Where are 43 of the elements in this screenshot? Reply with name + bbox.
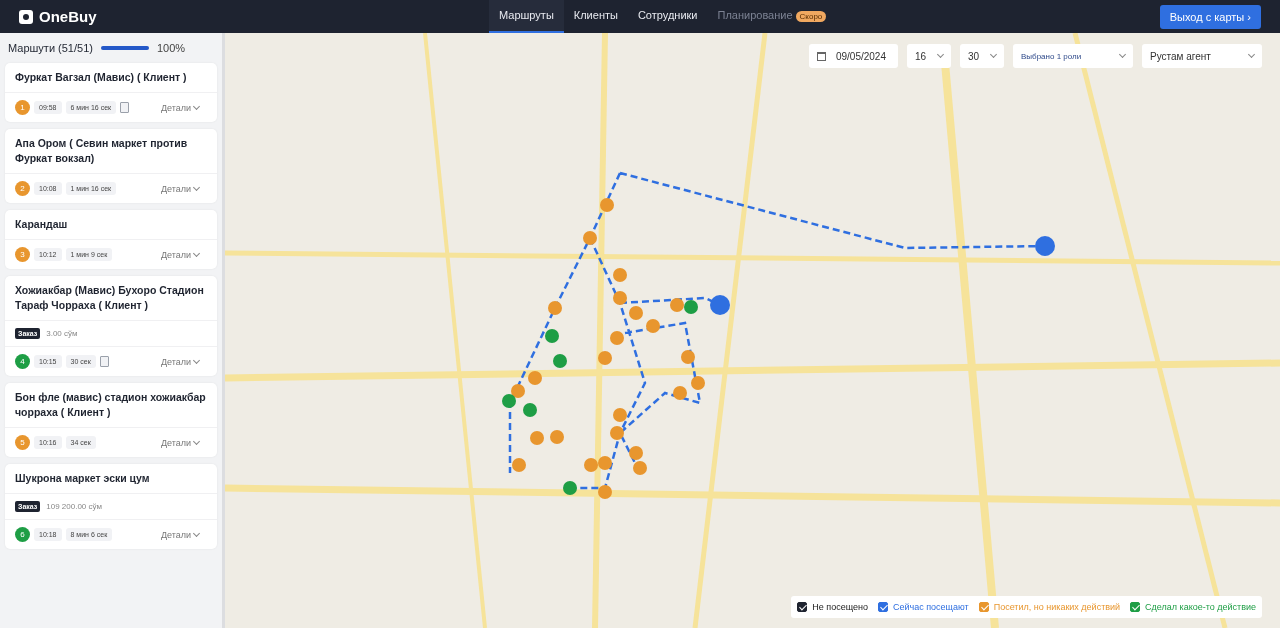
legend-label: Сейчас посещают bbox=[893, 602, 969, 612]
progress-percent: 100% bbox=[156, 42, 186, 54]
order-amount: 3.00 сўм bbox=[46, 329, 78, 338]
visit-number: 3 bbox=[15, 247, 30, 262]
legend-label: Сделал какое-то действие bbox=[1145, 602, 1256, 612]
nav-tab[interactable]: Сотрудники bbox=[627, 0, 708, 33]
legend-checkbox[interactable] bbox=[978, 602, 989, 612]
legend-label: Посетил, но никаких действий bbox=[993, 602, 1121, 612]
logo-text: OneBuy bbox=[39, 8, 97, 25]
details-link[interactable]: Детали bbox=[160, 249, 199, 260]
exit-map-button[interactable]: Выход с карты › bbox=[1159, 4, 1261, 29]
details-link[interactable]: Детали bbox=[160, 529, 199, 540]
visit-number: 1 bbox=[15, 100, 30, 115]
soon-badge: Скоро bbox=[795, 11, 827, 22]
client-name: Карандаш bbox=[5, 210, 217, 240]
legend-checkbox[interactable] bbox=[878, 602, 888, 612]
nav-tab[interactable]: Маршруты bbox=[489, 0, 564, 33]
visit-number: 4 bbox=[15, 354, 30, 369]
details-link[interactable]: Детали bbox=[160, 437, 199, 448]
visit-number: 5 bbox=[15, 435, 30, 450]
order-amount: 109 200.00 сўм bbox=[46, 502, 102, 511]
agent-select[interactable]: Рустам агент bbox=[1142, 44, 1262, 68]
roles-select[interactable]: Выбрано 1 роли bbox=[1013, 44, 1133, 68]
logo-icon bbox=[19, 9, 33, 24]
visit-number: 2 bbox=[15, 181, 30, 196]
nav-tab[interactable]: Клиенты bbox=[563, 0, 628, 33]
hour-select[interactable]: 16 bbox=[907, 44, 951, 68]
legend-checkbox[interactable] bbox=[1130, 602, 1141, 612]
minute-select[interactable]: 30 bbox=[960, 44, 1004, 68]
client-name: Шукрона маркет эски цум bbox=[5, 464, 217, 494]
client-name: Бон фле (мавис) стадион хожиакбар чорраха ( Клиент ) bbox=[5, 383, 217, 428]
client-name: Фуркат Вагзал (Мавис) ( Клиент ) bbox=[5, 63, 217, 93]
details-link[interactable]: Детали bbox=[160, 102, 199, 113]
client-name: Апа Ором ( Севин маркет против Фуркат вокзал) bbox=[5, 129, 217, 174]
legend-checkbox[interactable] bbox=[797, 602, 808, 612]
legend-label: Не посещено bbox=[812, 602, 868, 612]
details-link[interactable]: Детали bbox=[160, 183, 199, 194]
routes-title: Маршути (51/51) bbox=[8, 42, 93, 54]
date-picker[interactable]: 09/05/2024 bbox=[808, 44, 898, 68]
client-name: Хожиакбар (Мавис) Бухоро Стадион Тараф Чорраха ( Клиент ) bbox=[5, 276, 217, 321]
details-link[interactable]: Детали bbox=[160, 356, 199, 367]
visit-number: 6 bbox=[15, 527, 30, 542]
calendar-icon bbox=[816, 51, 826, 61]
